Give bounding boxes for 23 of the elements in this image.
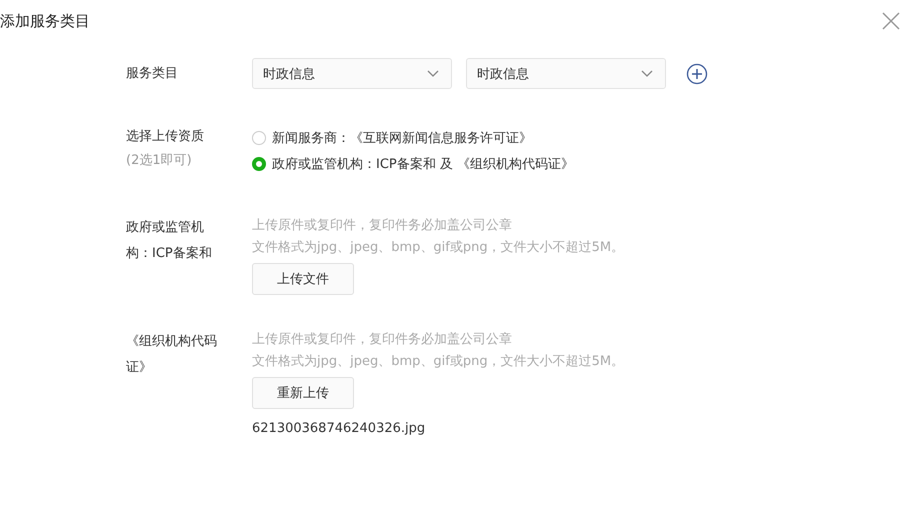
field-label: 服务类目	[126, 64, 179, 82]
upload-hint: 文件格式为jpg、jpeg、bmp、gif或png，文件大小不超过5M。	[252, 239, 624, 257]
field-hint: (2选1即可)	[126, 152, 193, 170]
category-select[interactable]: 时政信息	[252, 58, 452, 89]
upload-button[interactable]: 重新上传	[252, 377, 354, 409]
field-label: 《组织机构代码证》	[126, 333, 218, 377]
radio-label[interactable]: 新闻服务商：《互联网新闻信息服务许可证》	[272, 129, 532, 147]
dialog-title: 添加服务类目	[0, 12, 90, 30]
close-icon[interactable]	[882, 12, 900, 30]
field-label: 政府或监管机构：ICP备案和	[126, 219, 213, 263]
upload-hint: 上传原件或复印件，复印件务必加盖公司公章	[252, 331, 512, 349]
add-icon[interactable]	[686, 62, 708, 84]
chevron-down-icon	[427, 70, 439, 78]
field-label: 选择上传资质	[126, 128, 205, 146]
upload-hint: 上传原件或复印件，复印件务必加盖公司公章	[252, 217, 512, 235]
chevron-down-icon	[641, 70, 653, 78]
file-name: 621300368746240326.jpg	[252, 421, 426, 436]
category-select[interactable]: 时政信息	[466, 58, 666, 89]
radio-button[interactable]	[252, 157, 266, 171]
upload-button[interactable]: 上传文件	[252, 263, 354, 295]
radio-button[interactable]	[252, 131, 266, 145]
upload-hint: 文件格式为jpg、jpeg、bmp、gif或png，文件大小不超过5M。	[252, 353, 624, 371]
radio-label[interactable]: 政府或监管机构：ICP备案和 及 《组织机构代码证》	[272, 155, 574, 173]
